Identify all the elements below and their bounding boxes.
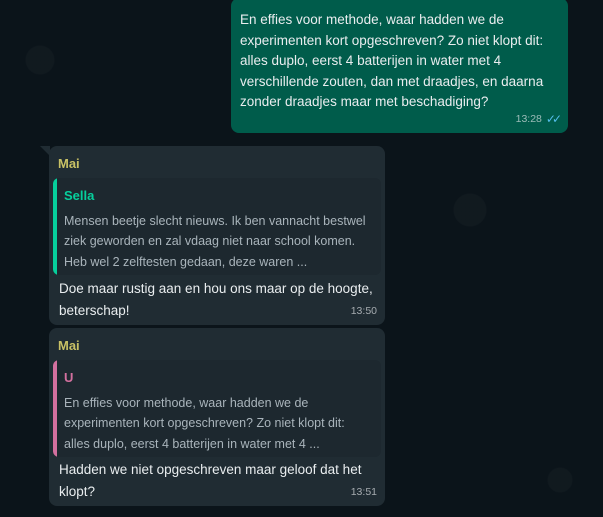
quote-text: Mensen beetje slecht nieuws. Ik ben vann… xyxy=(64,213,366,269)
message-text: Hadden we niet opgeschreven maar geloof … xyxy=(59,462,362,499)
message-text: Doe maar rustig aan en hou ons maar op d… xyxy=(59,281,373,318)
quote-author: U xyxy=(64,370,74,385)
quote-author: Sella xyxy=(64,188,95,203)
sender-name: Mai xyxy=(58,338,80,353)
incoming-message[interactable]: Mai Sella Mensen beetje slecht nieuws. I… xyxy=(49,146,385,325)
message-meta: 13:28 ✓✓ xyxy=(515,109,562,130)
quote-text: En effies voor methode, waar hadden we d… xyxy=(64,395,345,451)
message-meta: 13:51 xyxy=(351,482,377,503)
outgoing-message[interactable]: En effies voor methode, waar hadden we d… xyxy=(231,0,568,133)
message-time: 13:50 xyxy=(350,304,377,317)
quoted-message[interactable]: Sella Mensen beetje slecht nieuws. Ik be… xyxy=(53,178,381,275)
quoted-message[interactable]: U En effies voor methode, waar hadden we… xyxy=(53,360,381,457)
incoming-message[interactable]: Mai U En effies voor methode, waar hadde… xyxy=(49,328,385,506)
message-time: 13:28 xyxy=(515,112,542,125)
double-check-icon: ✓✓ xyxy=(545,111,562,126)
message-text: En effies voor methode, waar hadden we d… xyxy=(240,12,544,109)
message-time: 13:51 xyxy=(350,485,377,498)
message-meta: 13:50 xyxy=(351,301,377,322)
sender-name: Mai xyxy=(58,156,80,171)
